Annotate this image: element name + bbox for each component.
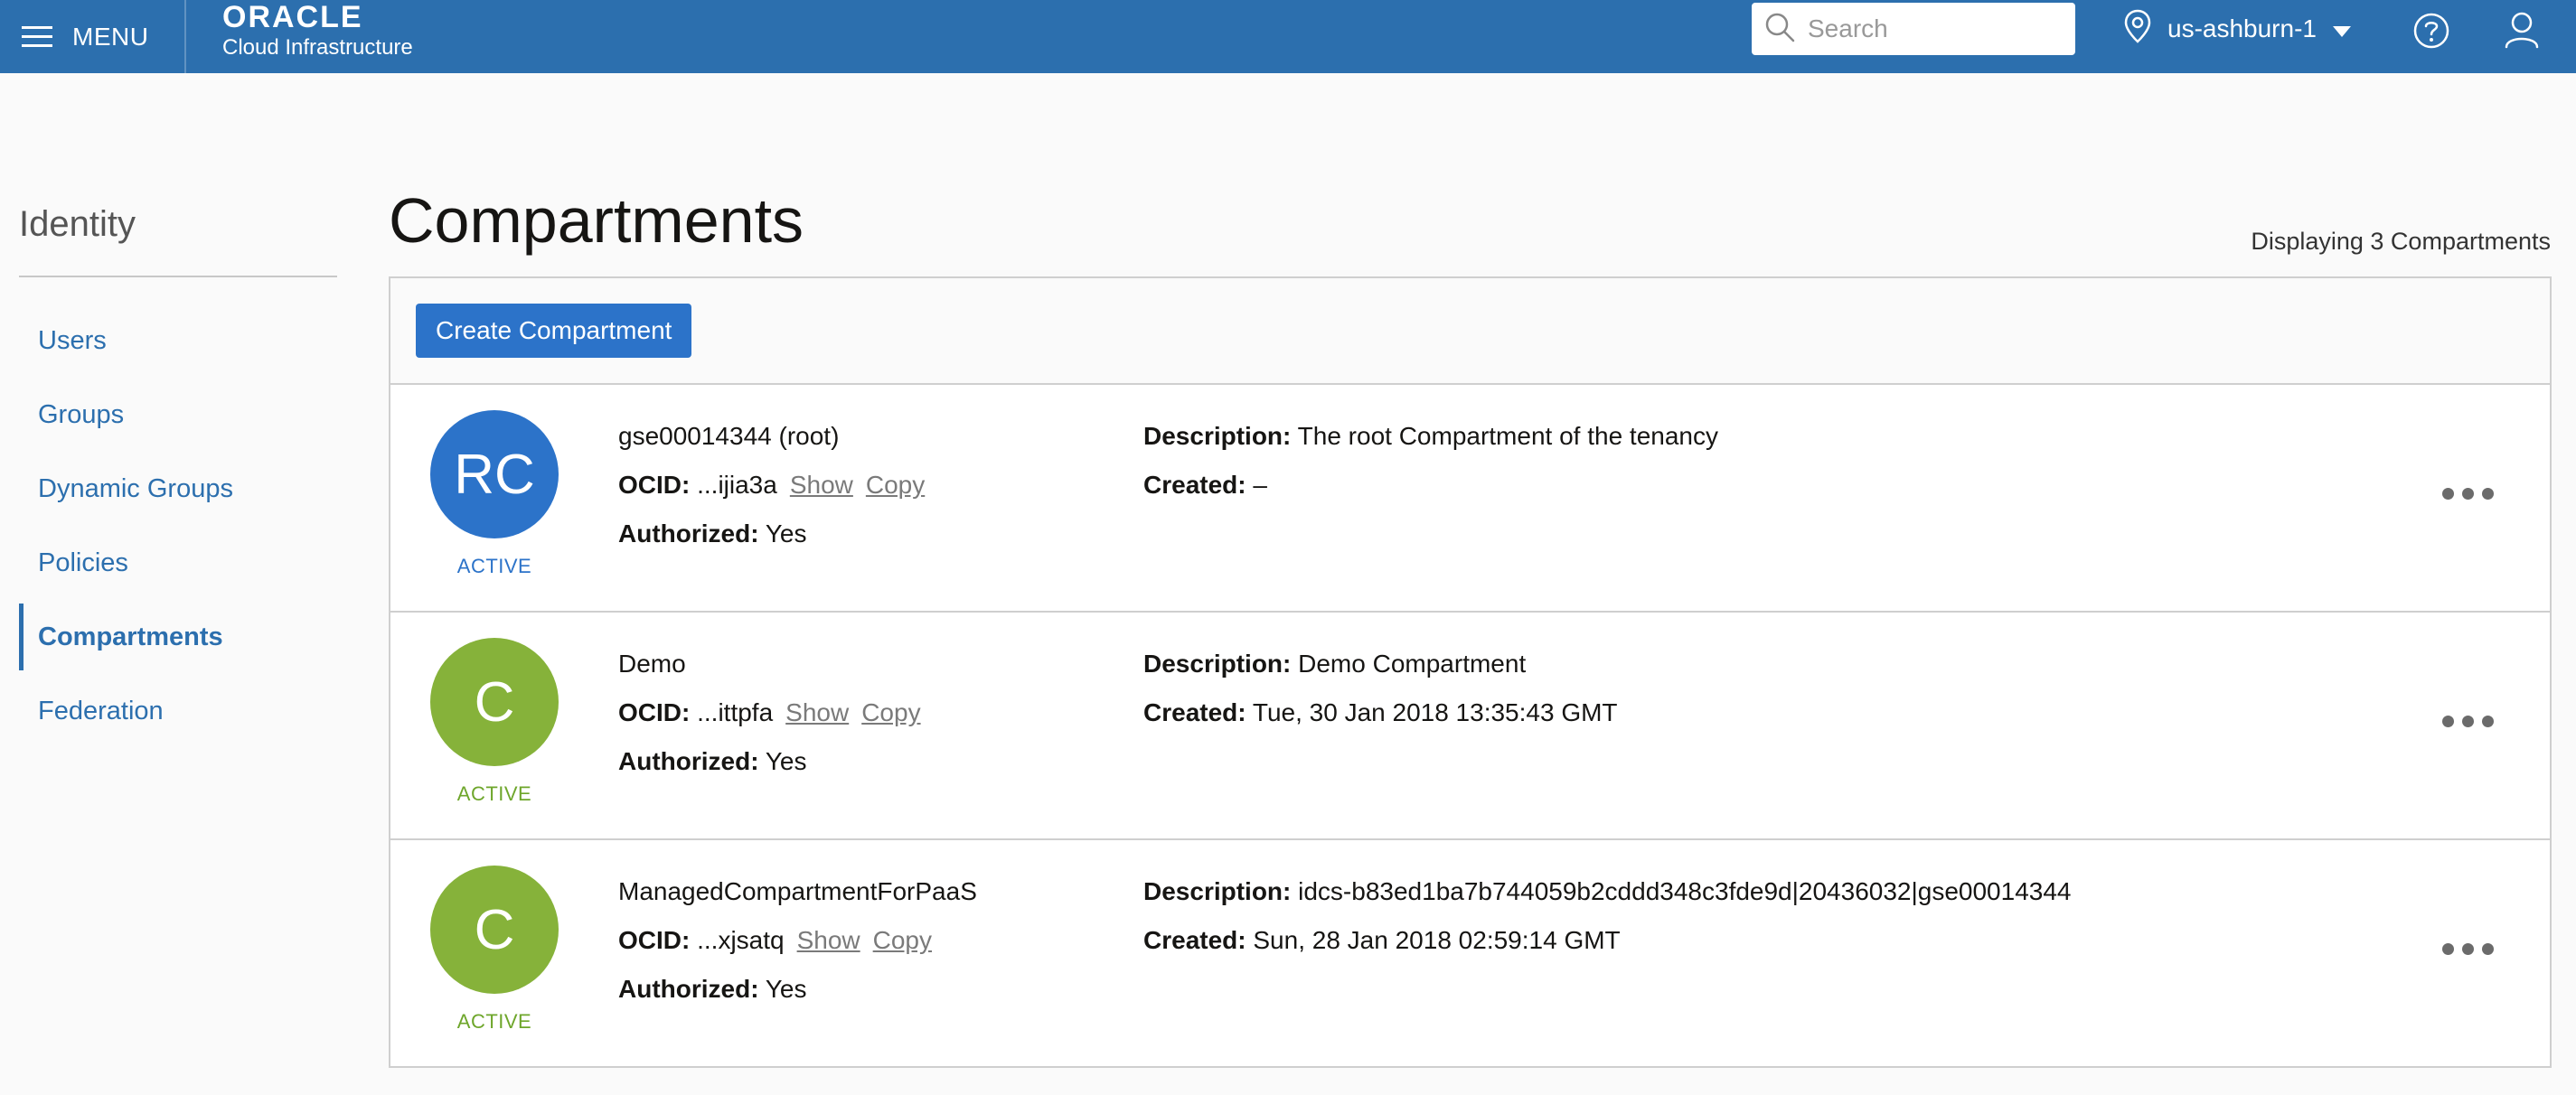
- description-line: Description: idcs-b83ed1ba7b744059b2cddd…: [1143, 867, 2071, 916]
- search-box[interactable]: [1752, 3, 2075, 55]
- created-value: Sun, 28 Jan 2018 02:59:14 GMT: [1253, 926, 1621, 954]
- avatar: C: [430, 638, 559, 766]
- ocid-line: OCID: ...ittpfa Show Copy: [618, 688, 921, 737]
- description-value: idcs-b83ed1ba7b744059b2cddd348c3fde9d|20…: [1298, 877, 2072, 905]
- sidebar-item-policies[interactable]: Policies: [19, 526, 337, 600]
- hamburger-icon: [22, 25, 52, 48]
- compartment-name[interactable]: gse00014344 (root): [618, 412, 925, 461]
- status-badge: ACTIVE: [456, 1010, 532, 1033]
- header-divider: [184, 0, 186, 73]
- region-selector[interactable]: us-ashburn-1: [2124, 0, 2351, 58]
- authorized-value: Yes: [765, 747, 807, 775]
- page-title: Compartments: [389, 185, 804, 256]
- avatar-initials: RC: [454, 443, 535, 506]
- sidebar-item-dynamic-groups[interactable]: Dynamic Groups: [19, 452, 337, 526]
- actions-menu-icon[interactable]: [2437, 482, 2499, 505]
- table-row: C ACTIVE ManagedCompartmentForPaaS OCID:…: [390, 840, 2550, 1068]
- search-icon: [1764, 12, 1795, 47]
- created-label: Created:: [1143, 471, 1246, 499]
- description-label: Description:: [1143, 422, 1292, 450]
- description-label: Description:: [1143, 650, 1292, 678]
- description-line: Description: The root Compartment of the…: [1143, 412, 1718, 461]
- status-badge: ACTIVE: [456, 782, 532, 805]
- compartments-panel: Create Compartment RC ACTIVE gse00014344…: [389, 276, 2552, 1068]
- actions-menu-icon[interactable]: [2437, 710, 2499, 733]
- row-details: Description: idcs-b83ed1ba7b744059b2cddd…: [1143, 867, 2071, 965]
- sidebar-item-compartments[interactable]: Compartments: [19, 600, 337, 674]
- location-pin-icon: [2124, 9, 2151, 50]
- row-details: Description: The root Compartment of the…: [1143, 412, 1718, 510]
- created-value: –: [1253, 471, 1267, 499]
- ocid-line: OCID: ...ijia3a Show Copy: [618, 461, 925, 510]
- user-icon[interactable]: [2504, 11, 2540, 53]
- show-ocid-link[interactable]: Show: [790, 471, 853, 499]
- description-label: Description:: [1143, 877, 1292, 905]
- copy-ocid-link[interactable]: Copy: [861, 698, 920, 726]
- row-identity: Demo OCID: ...ittpfa Show Copy Authorized:…: [618, 640, 921, 786]
- authorized-line: Authorized: Yes: [618, 965, 977, 1014]
- compartment-name[interactable]: ManagedCompartmentForPaaS: [618, 867, 977, 916]
- sidebar-item-groups[interactable]: Groups: [19, 378, 337, 452]
- ocid-value: ...ittpfa: [697, 698, 774, 726]
- avatar-initials: C: [474, 670, 515, 734]
- sidebar-nav: Users Groups Dynamic Groups Policies Com…: [19, 304, 337, 748]
- created-value: Tue, 30 Jan 2018 13:35:43 GMT: [1252, 698, 1618, 726]
- panel-toolbar: Create Compartment: [390, 278, 2550, 385]
- compartment-name[interactable]: Demo: [618, 640, 921, 688]
- ocid-value: ...xjsatq: [697, 926, 785, 954]
- menu-label: MENU: [72, 22, 149, 51]
- created-line: Created: –: [1143, 461, 1718, 510]
- row-identity: ManagedCompartmentForPaaS OCID: ...xjsat…: [618, 867, 977, 1014]
- ocid-label: OCID:: [618, 698, 691, 726]
- description-value: The root Compartment of the tenancy: [1297, 422, 1718, 450]
- copy-ocid-link[interactable]: Copy: [873, 926, 932, 954]
- authorized-line: Authorized: Yes: [618, 510, 925, 558]
- row-identity: gse00014344 (root) OCID: ...ijia3a Show Co…: [618, 412, 925, 558]
- authorized-label: Authorized:: [618, 519, 759, 548]
- logo-brand: ORACLE: [222, 0, 363, 34]
- sidebar-item-federation[interactable]: Federation: [19, 674, 337, 748]
- authorized-label: Authorized:: [618, 975, 759, 1003]
- menu-button[interactable]: MENU: [22, 0, 148, 73]
- show-ocid-link[interactable]: Show: [797, 926, 860, 954]
- created-label: Created:: [1143, 698, 1246, 726]
- created-line: Created: Sun, 28 Jan 2018 02:59:14 GMT: [1143, 916, 2071, 965]
- result-count: Displaying 3 Compartments: [2251, 228, 2551, 255]
- copy-ocid-link[interactable]: Copy: [866, 471, 925, 499]
- ocid-label: OCID:: [618, 471, 691, 499]
- row-details: Description: Demo Compartment Created: T…: [1143, 640, 1618, 737]
- avatar-initials: C: [474, 898, 515, 961]
- ocid-line: OCID: ...xjsatq Show Copy: [618, 916, 977, 965]
- avatar: RC: [430, 410, 559, 538]
- table-row: C ACTIVE Demo OCID: ...ittpfa Show Copy Au…: [390, 613, 2550, 840]
- avatar: C: [430, 866, 559, 994]
- top-bar: MENU ORACLE Cloud Infrastructure us-ashb…: [0, 0, 2576, 73]
- show-ocid-link[interactable]: Show: [785, 698, 849, 726]
- ocid-label: OCID:: [618, 926, 691, 954]
- help-icon[interactable]: [2413, 13, 2449, 53]
- sidebar-title: Identity: [19, 204, 136, 244]
- created-line: Created: Tue, 30 Jan 2018 13:35:43 GMT: [1143, 688, 1618, 737]
- ocid-value: ...ijia3a: [697, 471, 777, 499]
- oracle-logo[interactable]: ORACLE Cloud Infrastructure: [222, 2, 413, 61]
- create-compartment-button[interactable]: Create Compartment: [416, 304, 692, 358]
- caret-down-icon: [2332, 14, 2351, 43]
- authorized-value: Yes: [765, 519, 807, 548]
- table-row: RC ACTIVE gse00014344 (root) OCID: ...ij…: [390, 385, 2550, 613]
- authorized-label: Authorized:: [618, 747, 759, 775]
- description-line: Description: Demo Compartment: [1143, 640, 1618, 688]
- created-label: Created:: [1143, 926, 1246, 954]
- sidebar-item-users[interactable]: Users: [19, 304, 337, 378]
- description-value: Demo Compartment: [1298, 650, 1527, 678]
- logo-subtitle: Cloud Infrastructure: [222, 35, 413, 60]
- region-label: us-ashburn-1: [2167, 14, 2317, 42]
- status-badge: ACTIVE: [456, 555, 532, 577]
- authorized-line: Authorized: Yes: [618, 737, 921, 786]
- sidebar-divider: [19, 276, 337, 277]
- search-input[interactable]: [1808, 14, 2061, 43]
- authorized-value: Yes: [765, 975, 807, 1003]
- actions-menu-icon[interactable]: [2437, 938, 2499, 960]
